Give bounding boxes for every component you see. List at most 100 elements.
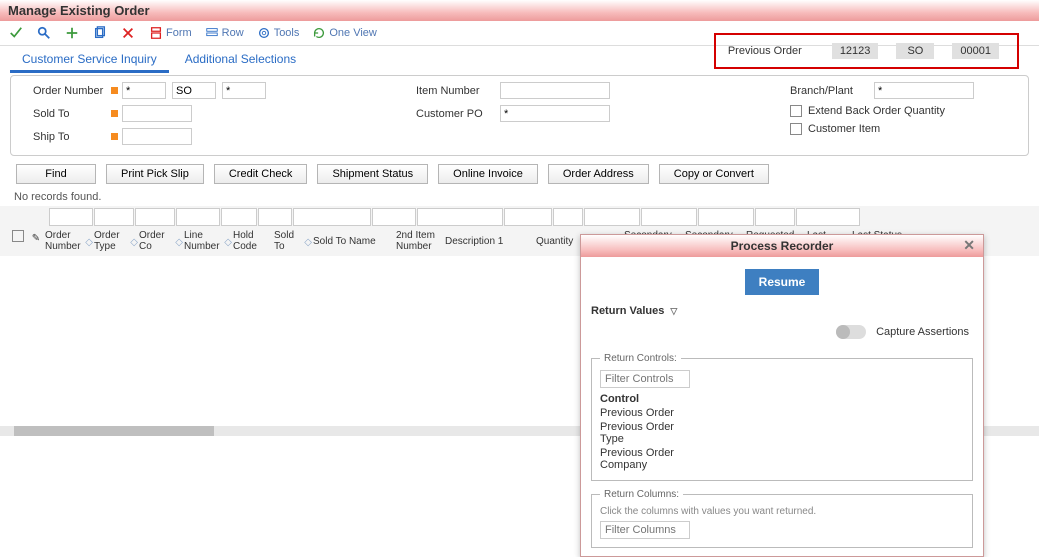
action-buttons: Find Print Pick Slip Credit Check Shipme… [0, 162, 1039, 188]
sort-icon: ◇ [130, 237, 138, 245]
return-columns-legend: Return Columns: [600, 489, 683, 500]
print-pick-slip-button[interactable]: Print Pick Slip [106, 164, 204, 184]
form-label: Form [166, 27, 192, 39]
col-desc1[interactable]: Description 1 [445, 230, 535, 252]
ship-to-input[interactable] [122, 128, 192, 145]
customer-po-input[interactable] [500, 105, 610, 122]
credit-check-button[interactable]: Credit Check [214, 164, 308, 184]
search-icon[interactable] [36, 25, 52, 41]
page-title: Manage Existing Order [8, 3, 150, 18]
check-icon[interactable] [8, 25, 24, 41]
filter-sec-qty[interactable] [584, 208, 640, 226]
tools-menu[interactable]: Tools [256, 25, 300, 41]
shipment-status-button[interactable]: Shipment Status [317, 164, 428, 184]
tab-additional-selections[interactable]: Additional Selections [173, 48, 308, 73]
order-address-button[interactable]: Order Address [548, 164, 649, 184]
filter-uom[interactable] [553, 208, 583, 226]
return-values-header[interactable]: Return Values ▽ [581, 305, 983, 325]
control-previous-order-company[interactable]: Previous Order Company [600, 446, 690, 472]
recorder-title: Process Recorder [731, 239, 834, 253]
form-menu[interactable]: Form [148, 25, 192, 41]
item-number-input[interactable] [500, 82, 610, 99]
filter-hold-code[interactable] [221, 208, 257, 226]
col-sold-to[interactable]: Sold To◇ [274, 230, 312, 252]
row-icon [204, 25, 220, 41]
find-button[interactable]: Find [16, 164, 96, 184]
filter-sold-to-name[interactable] [293, 208, 371, 226]
copy-convert-button[interactable]: Copy or Convert [659, 164, 769, 184]
filter-order-type[interactable] [94, 208, 134, 226]
refresh-icon [311, 25, 327, 41]
filter-line-number[interactable] [176, 208, 220, 226]
filter-desc1[interactable] [417, 208, 503, 226]
filter-sold-to[interactable] [258, 208, 292, 226]
col-line-number[interactable]: Line Number◇ [184, 230, 232, 252]
filter-order-co[interactable] [135, 208, 175, 226]
order-type-input[interactable] [172, 82, 216, 99]
sort-icon: ◇ [224, 237, 232, 245]
col-order-number[interactable]: Order Number◇ [45, 230, 93, 252]
col-2nd-item[interactable]: 2nd Item Number [396, 230, 444, 252]
filter-last-status-desc[interactable] [796, 208, 860, 226]
customer-item-label: Customer Item [808, 123, 880, 135]
close-icon[interactable]: ✕ [963, 237, 975, 254]
return-controls-fieldset: Return Controls: Control Previous Order … [591, 353, 973, 481]
branch-plant-input[interactable] [874, 82, 974, 99]
col-sold-to-name[interactable]: Sold To Name [313, 230, 395, 252]
oneview-menu[interactable]: One View [311, 25, 377, 41]
form-icon [148, 25, 164, 41]
control-heading: Control [600, 392, 964, 406]
process-recorder-panel: Process Recorder ✕ Resume Return Values … [580, 234, 984, 557]
filter-sec-uom[interactable] [641, 208, 697, 226]
capture-assertions-toggle[interactable] [836, 325, 866, 339]
filter-order-number[interactable] [49, 208, 93, 226]
select-all-checkbox[interactable] [12, 230, 24, 242]
tools-label: Tools [274, 27, 300, 39]
sold-to-input[interactable] [122, 105, 192, 122]
grid-filter-row [0, 206, 1039, 226]
filter-req-date[interactable] [698, 208, 754, 226]
customer-po-label: Customer PO [416, 108, 494, 120]
capture-assertions-label: Capture Assertions [876, 326, 969, 338]
delete-icon[interactable] [120, 25, 136, 41]
return-controls-legend: Return Controls: [600, 353, 681, 364]
gear-icon [256, 25, 272, 41]
filter-controls-input[interactable] [600, 370, 690, 388]
recorder-title-bar[interactable]: Process Recorder ✕ [581, 235, 983, 257]
col-order-co[interactable]: Order Co◇ [139, 230, 183, 252]
row-menu[interactable]: Row [204, 25, 244, 41]
tab-customer-service-inquiry[interactable]: Customer Service Inquiry [10, 48, 169, 73]
online-invoice-button[interactable]: Online Invoice [438, 164, 538, 184]
col-order-type[interactable]: Order Type◇ [94, 230, 138, 252]
return-columns-fieldset: Return Columns: Click the columns with v… [591, 489, 973, 548]
no-records-message: No records found. [0, 188, 1039, 206]
filter-last-status[interactable] [755, 208, 795, 226]
order-number-input[interactable] [122, 82, 166, 99]
previous-order-type: SO [896, 43, 934, 59]
filter-2nd-item[interactable] [372, 208, 416, 226]
resume-button[interactable]: Resume [745, 269, 820, 295]
extend-back-order-checkbox[interactable] [790, 105, 802, 117]
alert-icon [111, 87, 118, 94]
filter-form: Order Number Sold To Ship To Item Number… [10, 75, 1029, 156]
ship-to-label: Ship To [33, 131, 105, 143]
sold-to-label: Sold To [33, 108, 105, 120]
scrollbar-thumb[interactable] [14, 426, 214, 436]
grid-config-icon[interactable]: ✎ [28, 230, 44, 246]
control-previous-order-type[interactable]: Previous Order Type [600, 420, 690, 446]
filter-quantity[interactable] [504, 208, 552, 226]
add-icon[interactable] [64, 25, 80, 41]
window-title-bar: Manage Existing Order [0, 0, 1039, 21]
branch-plant-label: Branch/Plant [790, 85, 868, 97]
filter-columns-input[interactable] [600, 521, 690, 539]
order-co-input[interactable] [222, 82, 266, 99]
customer-item-checkbox[interactable] [790, 123, 802, 135]
col-hold-code[interactable]: Hold Code [233, 230, 273, 252]
copy-icon[interactable] [92, 25, 108, 41]
control-previous-order[interactable]: Previous Order [600, 406, 964, 420]
row-label: Row [222, 27, 244, 39]
alert-icon [111, 133, 118, 140]
extend-label: Extend Back Order Quantity [808, 105, 945, 117]
sort-icon: ◇ [85, 237, 93, 245]
alert-icon [111, 110, 118, 117]
